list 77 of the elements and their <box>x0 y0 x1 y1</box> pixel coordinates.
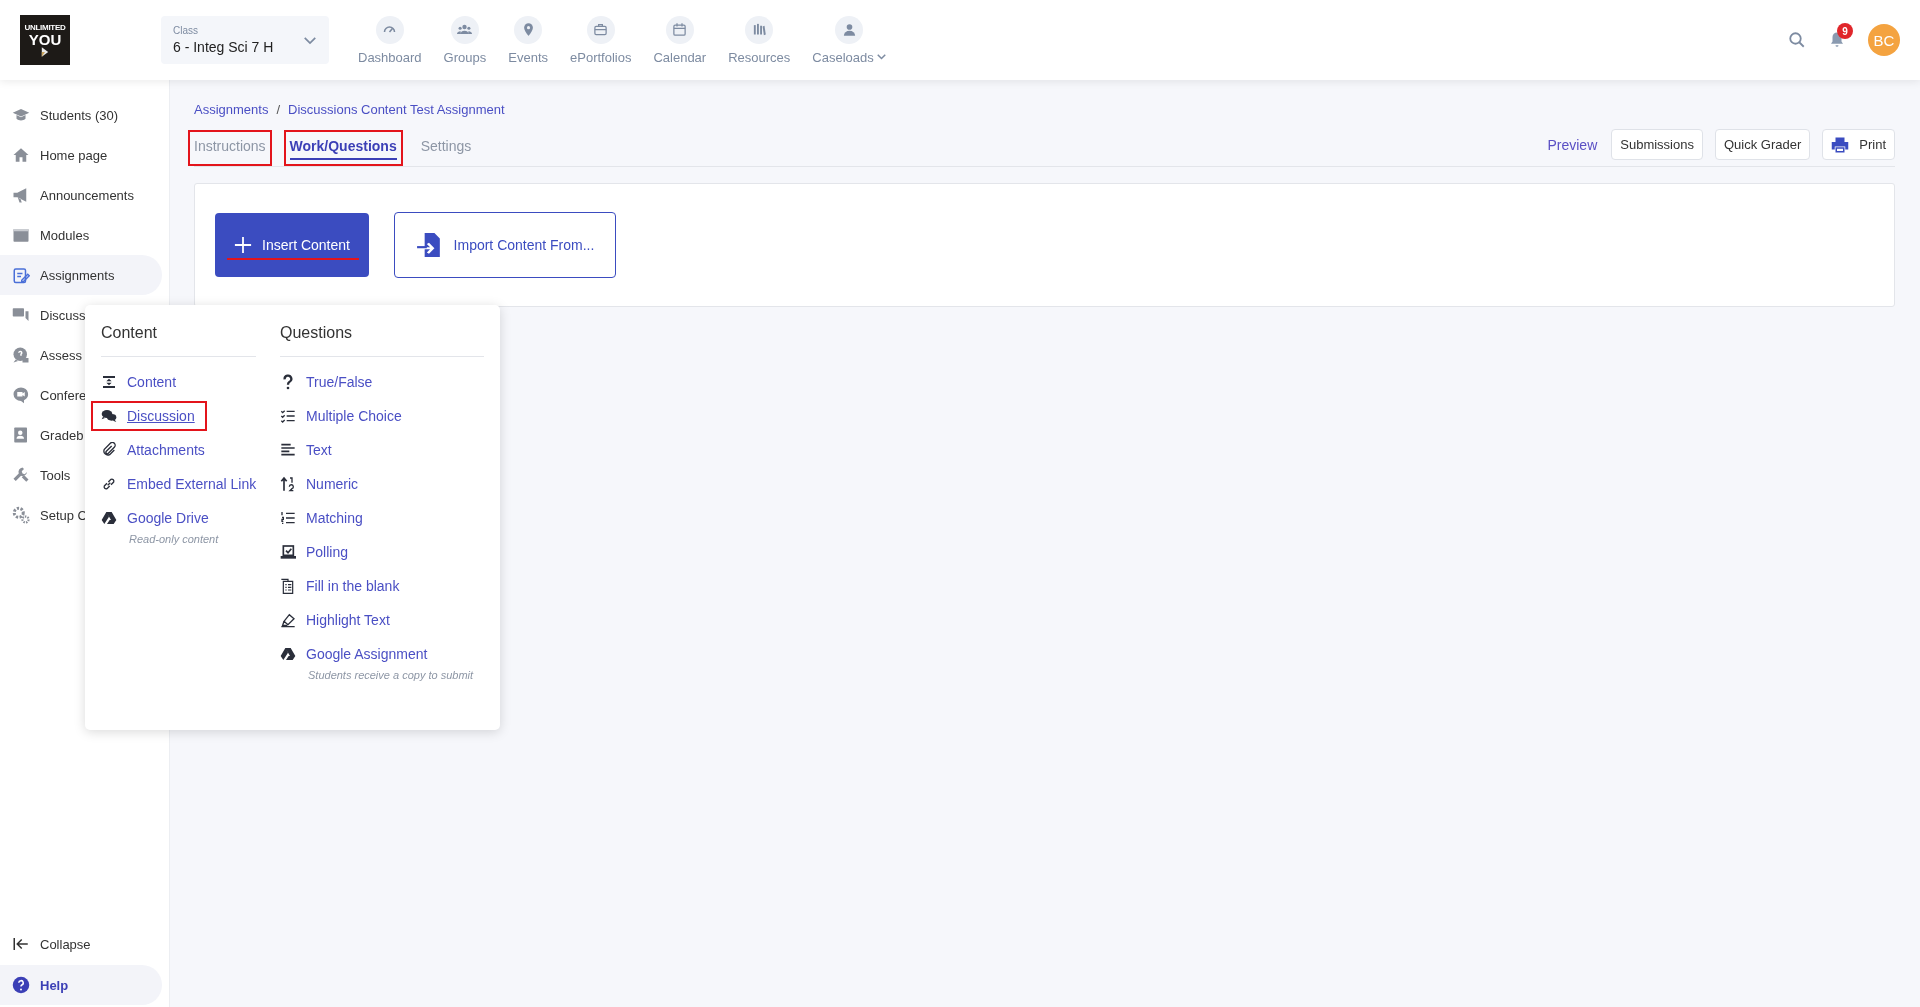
nav-link[interactable]: Dashboard <box>347 15 433 65</box>
menu-item[interactable]: Google Assignment <box>278 639 430 669</box>
menu-item[interactable]: Text <box>278 435 334 465</box>
highlight-icon <box>280 612 296 628</box>
clipboard-icon <box>12 266 30 284</box>
menu-item[interactable]: Numeric <box>278 469 361 499</box>
menu-heading: Content <box>101 320 256 357</box>
action-button[interactable]: Submissions <box>1611 129 1703 160</box>
content-icon <box>101 374 117 390</box>
lines-icon <box>280 442 296 458</box>
checklist-icon <box>280 408 296 424</box>
print-button[interactable]: Print <box>1822 129 1895 160</box>
video-icon <box>12 386 30 404</box>
chat-icon <box>12 306 30 324</box>
file-import-icon <box>415 232 442 258</box>
menu-item[interactable]: Google Drive <box>99 503 211 533</box>
nav-link[interactable]: Calendar <box>642 15 718 65</box>
sidebar-item[interactable]: Modules <box>0 215 162 255</box>
help-button[interactable]: Help <box>0 965 162 1005</box>
menu-item[interactable]: Embed External Link <box>99 469 259 499</box>
plus-icon <box>234 236 253 254</box>
menu-heading: Questions <box>280 320 484 357</box>
sidebar-item[interactable]: Assignments <box>0 255 162 295</box>
logo[interactable]: UNLIMITED YOU <box>20 15 70 65</box>
breadcrumb-link[interactable]: Assignments <box>194 102 269 117</box>
folder-icon <box>12 226 30 244</box>
menu-item[interactable]: Multiple Choice <box>278 401 404 431</box>
chevron-down-icon <box>303 35 317 45</box>
drive-icon <box>280 646 296 662</box>
menu-item[interactable]: Fill in the blank <box>278 571 402 601</box>
calendar-icon <box>672 22 688 37</box>
nav-link[interactable]: Groups <box>432 15 498 65</box>
menu-item-note: Students receive a copy to submit <box>308 669 475 681</box>
gradebook-icon <box>12 426 30 444</box>
numlist-icon <box>280 510 296 526</box>
question-icon <box>12 346 30 364</box>
menu-item-note: Read-only content <box>129 533 220 545</box>
sidebar-item[interactable]: Announcements <box>0 175 162 215</box>
clip-icon <box>101 442 117 458</box>
briefcase-icon <box>593 22 609 37</box>
chat-bubbles-icon <box>101 408 117 424</box>
link-icon <box>101 476 117 492</box>
breadcrumb-link[interactable]: Discussions Content Test Assignment <box>288 102 505 117</box>
numeric-icon <box>280 476 296 492</box>
import-content-button[interactable]: Import Content From... <box>394 212 616 278</box>
menu-item[interactable]: Matching <box>278 503 365 533</box>
wrench-icon <box>12 466 30 484</box>
drive-icon <box>101 510 117 526</box>
menu-item[interactable]: Discussion <box>91 401 207 431</box>
menu-item[interactable]: Highlight Text <box>278 605 392 635</box>
help-icon <box>12 976 30 994</box>
person-icon <box>841 22 857 37</box>
notification-count: 9 <box>1837 23 1853 39</box>
nav-link[interactable]: Caseloads <box>801 15 897 65</box>
search-icon[interactable] <box>1788 31 1806 49</box>
nav-link[interactable]: Resources <box>717 15 802 65</box>
blank-icon <box>280 578 296 594</box>
house-icon <box>12 146 30 164</box>
books-icon <box>751 22 767 37</box>
printer-icon <box>1831 135 1850 154</box>
menu-item[interactable]: True/False <box>278 367 375 397</box>
sidebar-item[interactable]: Students (30) <box>0 95 162 135</box>
preview-link[interactable]: Preview <box>1547 136 1598 153</box>
menu-item[interactable]: Attachments <box>99 435 207 465</box>
sidebar-item[interactable]: Home page <box>0 135 162 175</box>
menu-item[interactable]: Content <box>99 367 179 397</box>
polling-icon <box>280 544 296 560</box>
class-dropdown[interactable]: Class 6 - Integ Sci 7 H <box>161 16 329 64</box>
collapse-icon <box>12 935 30 953</box>
breadcrumb-separator: / <box>276 102 281 117</box>
action-button[interactable]: Quick Grader <box>1714 129 1811 160</box>
tab[interactable]: Work/Questions <box>283 130 403 166</box>
collapse-button[interactable]: Collapse <box>0 924 162 964</box>
people-icon <box>457 22 473 37</box>
nav-link[interactable]: ePortfolios <box>559 15 643 65</box>
insert-content-button[interactable]: Insert Content <box>215 213 369 277</box>
menu-item[interactable]: Polling <box>278 537 351 567</box>
